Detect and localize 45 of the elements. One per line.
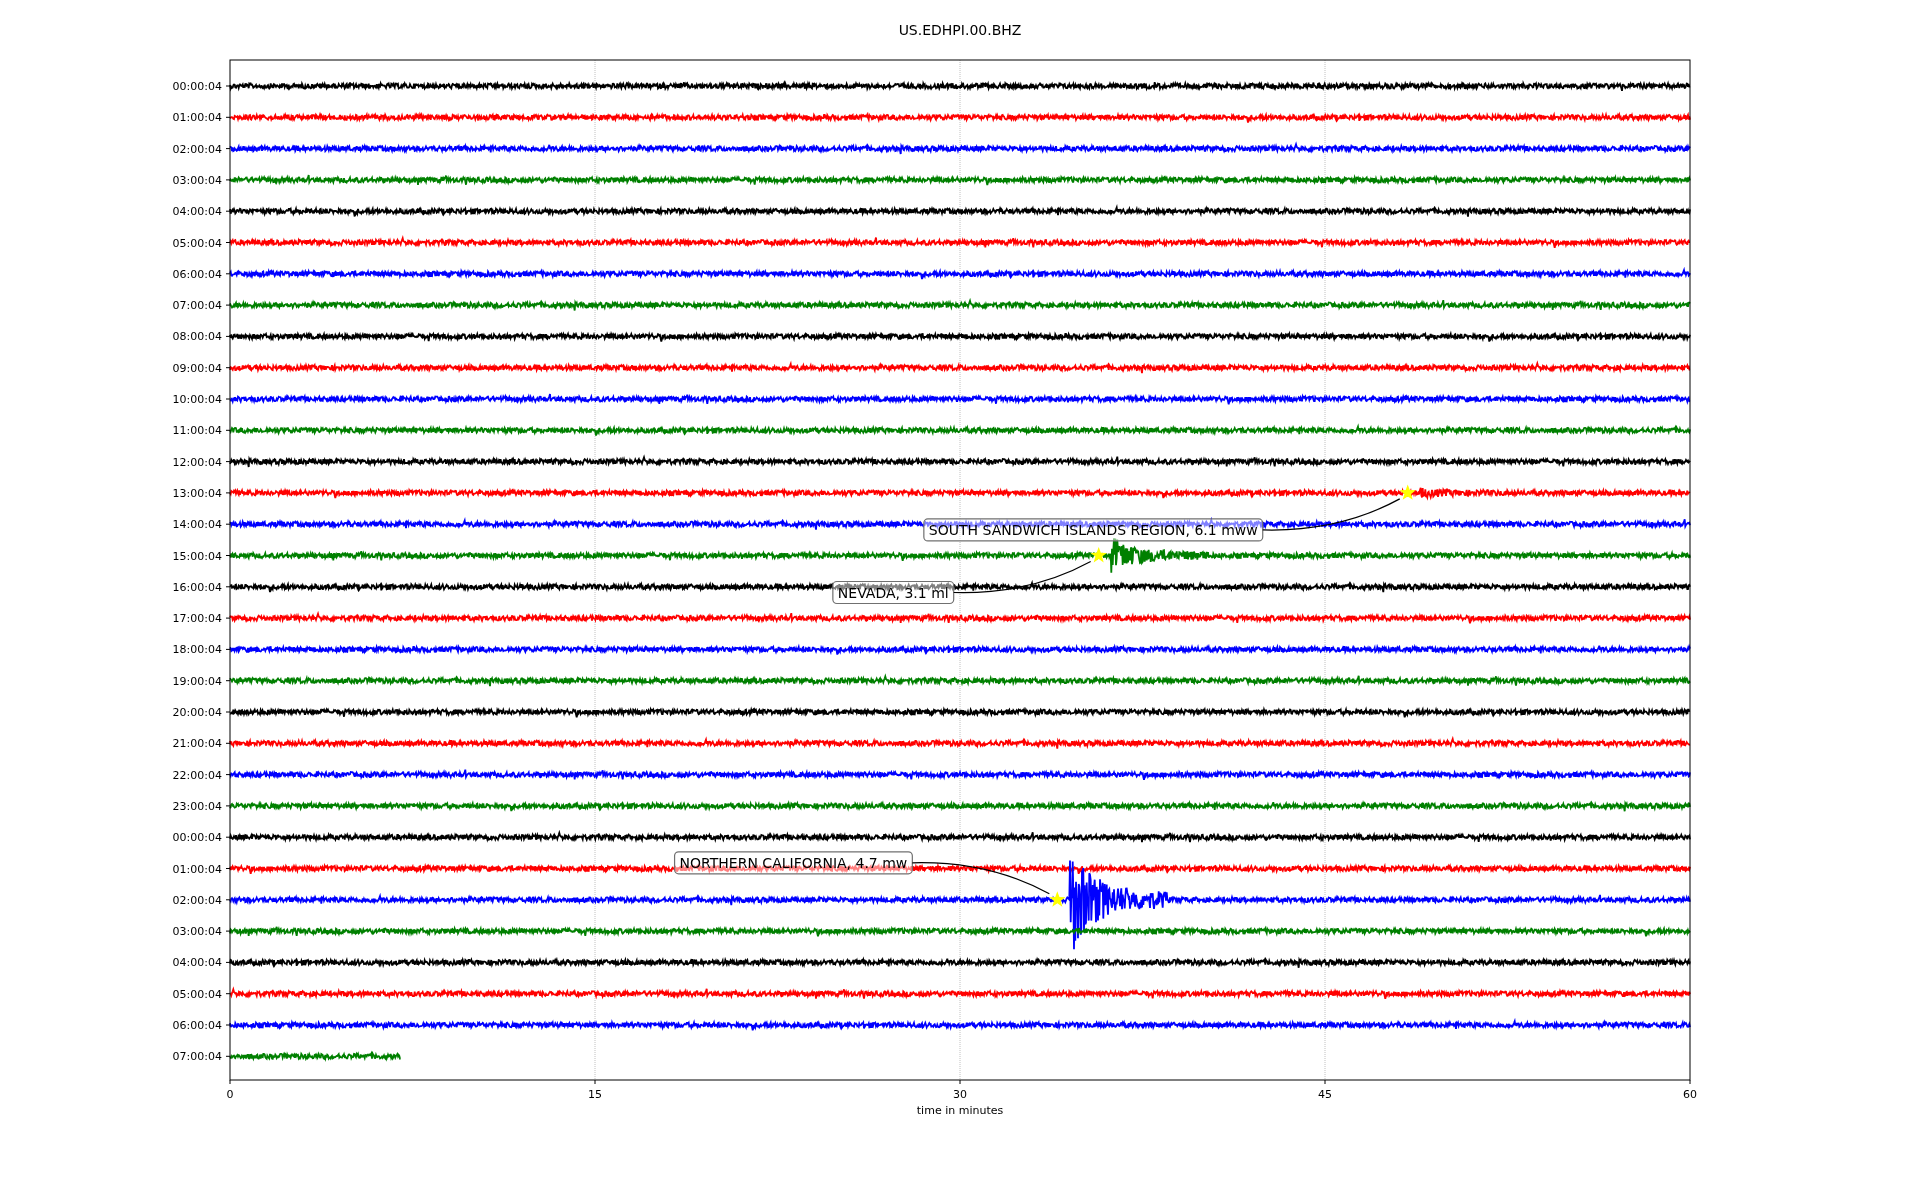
y-tick-label: 11:00:04 [172,424,222,438]
x-tick-label: 60 [1683,1088,1697,1101]
y-tick-label: 00:00:04 [172,80,222,93]
y-tick-label: 06:00:04 [172,267,222,281]
y-tick-label: 14:00:04 [172,518,222,532]
y-tick-label: 09:00:04 [172,361,222,375]
y-tick-label: 20:00:04 [172,706,222,719]
y-tick-label: 22:00:04 [172,768,222,782]
chart-title: US.EDHPI.00.BHZ [898,22,1022,38]
y-tick-label: 13:00:04 [172,486,222,500]
x-tick-label: 45 [1318,1088,1332,1101]
y-tick-label: 04:00:04 [172,205,222,219]
annotation-label: NEVADA, 3.1 ml [832,580,955,605]
annotation-label: SOUTH SANDWICH ISLANDS REGION, 6.1 mww [923,518,1264,542]
y-tick-label: 03:00:04 [172,173,222,187]
x-axis-label: time in minutes [916,1104,1004,1117]
y-tick-label: 15:00:04 [172,549,222,563]
y-tick-label: 08:00:04 [172,330,222,344]
y-tick-label: 16:00:04 [172,580,222,594]
y-tick-label: 05:00:04 [172,987,222,1001]
y-tick-label: 18:00:04 [172,643,222,657]
y-tick-label: 04:00:04 [172,956,222,970]
y-tick-label: 23:00:04 [172,799,222,813]
y-tick-label: 07:00:04 [172,299,222,313]
y-tick-label: 12:00:04 [172,455,222,469]
y-tick-label: 21:00:04 [172,737,222,751]
star-icon [1049,891,1066,907]
y-tick-label: 06:00:04 [172,1019,222,1032]
y-tick-label: 01:00:04 [172,862,222,876]
y-tick-label: 17:00:04 [172,612,222,626]
y-tick-label: 01:00:04 [172,111,222,125]
y-tick-label: 10:00:04 [172,393,222,406]
y-tick-label: 02:00:04 [172,142,222,156]
y-tick-label: 05:00:04 [172,236,222,250]
x-tick-label: 30 [953,1088,967,1101]
y-tick-label: 02:00:04 [172,893,222,907]
y-tick-label: 03:00:04 [172,925,222,939]
y-tick-label: 00:00:04 [172,831,222,845]
x-tick-label: 0 [226,1088,234,1101]
annotation-label: NORTHERN CALIFORNIA, 4.7 mw [674,851,913,875]
star-icon [1399,484,1416,500]
y-tick-label: 19:00:04 [172,674,222,688]
x-tick-label: 15 [588,1088,602,1101]
y-tick-label: 07:00:04 [172,1050,222,1064]
star-icon [1090,547,1107,563]
